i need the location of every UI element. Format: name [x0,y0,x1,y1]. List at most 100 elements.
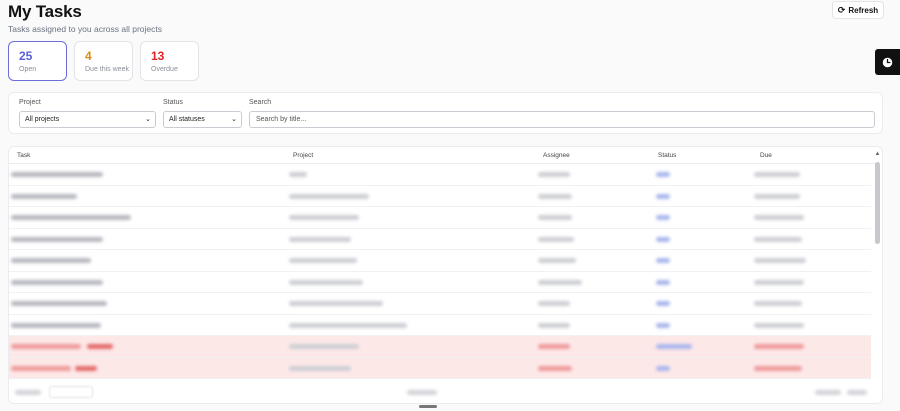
stat-label: Due this week [85,66,129,73]
search-input[interactable]: Search by title... [249,111,875,128]
pagination-bar [9,379,877,403]
due-cell [754,236,802,242]
project-filter-label: Project [19,99,41,106]
assignee-cell [538,215,572,220]
task-cell [11,236,103,242]
assignee-cell [538,172,570,177]
assignee-cell [538,344,570,349]
page-subtitle: Tasks assigned to you across all project… [8,24,163,34]
due-cell [754,301,802,306]
table-row[interactable] [9,164,871,186]
table-row[interactable] [9,186,871,207]
project-cell [289,365,351,371]
project-cell [289,322,407,328]
status-cell [656,301,670,306]
page-info [407,390,437,395]
status-cell [656,344,692,349]
assignee-cell [538,193,572,199]
task-cell [11,172,103,177]
task-cell [11,322,101,328]
due-cell [754,365,802,371]
scroll-thumb[interactable] [875,162,880,244]
page-header: My Tasks Tasks assigned to you across al… [8,2,162,34]
due-cell [754,279,804,285]
table-row[interactable] [9,229,871,250]
column-header-task[interactable]: Task [17,152,30,159]
column-header-project[interactable]: Project [293,152,313,159]
tasks-table: Task Project Assignee Status Due ▲ [8,146,883,404]
search-label: Search [249,99,272,106]
project-cell [289,193,369,199]
assignee-cell [538,236,574,242]
column-header-due[interactable]: Due [760,152,772,159]
due-cell [754,322,804,328]
stat-value: 4 [85,49,92,63]
next-page-button[interactable] [847,390,867,395]
table-row[interactable] [9,207,871,229]
task-cell [11,365,71,371]
stat-value: 13 [151,49,165,63]
task-cell [11,279,103,285]
table-row[interactable] [9,250,871,272]
project-cell [289,344,359,349]
project-cell [289,215,359,220]
stat-card-overdue[interactable]: 13 Overdue [140,41,199,81]
status-filter-label: Status [163,99,183,106]
table-row[interactable] [9,272,871,293]
stat-label: Open [19,66,37,73]
stat-value: 25 [19,49,33,63]
refresh-icon: ⟳ [837,4,846,15]
table-row[interactable] [9,293,871,315]
stats-row: 25 Open 4 Due this week 13 Overdue [8,41,199,81]
overdue-badge [87,344,113,349]
status-select[interactable]: All statuses ⌄ [163,111,242,128]
project-select-value: All projects [25,116,60,123]
assignee-cell [538,258,576,263]
side-panel-tab[interactable] [875,49,900,75]
rows-per-page-label [15,390,41,395]
scroll-up-icon[interactable]: ▲ [874,150,881,158]
stat-card-open[interactable]: 25 Open [8,41,67,81]
due-cell [754,344,804,349]
table-body [9,164,871,379]
table-row-overdue[interactable] [9,336,871,358]
column-header-status[interactable]: Status [658,152,676,159]
project-select[interactable]: All projects ⌄ [19,111,156,128]
filter-panel: Project All projects ⌄ Status All status… [8,92,883,134]
due-cell [754,172,800,177]
drag-handle[interactable] [419,405,437,408]
project-cell [289,172,307,177]
task-cell [11,215,131,220]
status-cell [656,258,670,263]
status-cell [656,279,670,285]
project-cell [289,301,383,306]
chevron-down-icon: ⌄ [145,116,151,123]
status-cell [656,236,670,242]
status-cell [656,365,670,371]
refresh-button[interactable]: ⟳ Refresh [832,1,884,19]
due-cell [754,258,806,263]
project-cell [289,236,351,242]
search-placeholder: Search by title... [256,116,307,123]
status-select-value: All statuses [169,116,205,123]
assignee-cell [538,365,572,371]
column-header-assignee[interactable]: Assignee [543,152,570,159]
stat-card-due-this-week[interactable]: 4 Due this week [74,41,133,81]
task-cell [11,258,91,263]
assignee-cell [538,322,570,328]
due-cell [754,193,800,199]
project-cell [289,279,363,285]
prev-page-button[interactable] [815,390,841,395]
task-cell [11,344,81,349]
assignee-cell [538,279,582,285]
table-row[interactable] [9,315,871,336]
task-cell [11,193,77,199]
table-scrollbar[interactable]: ▲ [874,150,881,402]
refresh-label: Refresh [848,5,879,15]
due-cell [754,215,804,220]
table-row-overdue[interactable] [9,357,871,379]
stat-label: Overdue [151,66,178,73]
task-cell [11,301,107,306]
status-cell [656,172,670,177]
rows-per-page-select[interactable] [49,386,93,398]
